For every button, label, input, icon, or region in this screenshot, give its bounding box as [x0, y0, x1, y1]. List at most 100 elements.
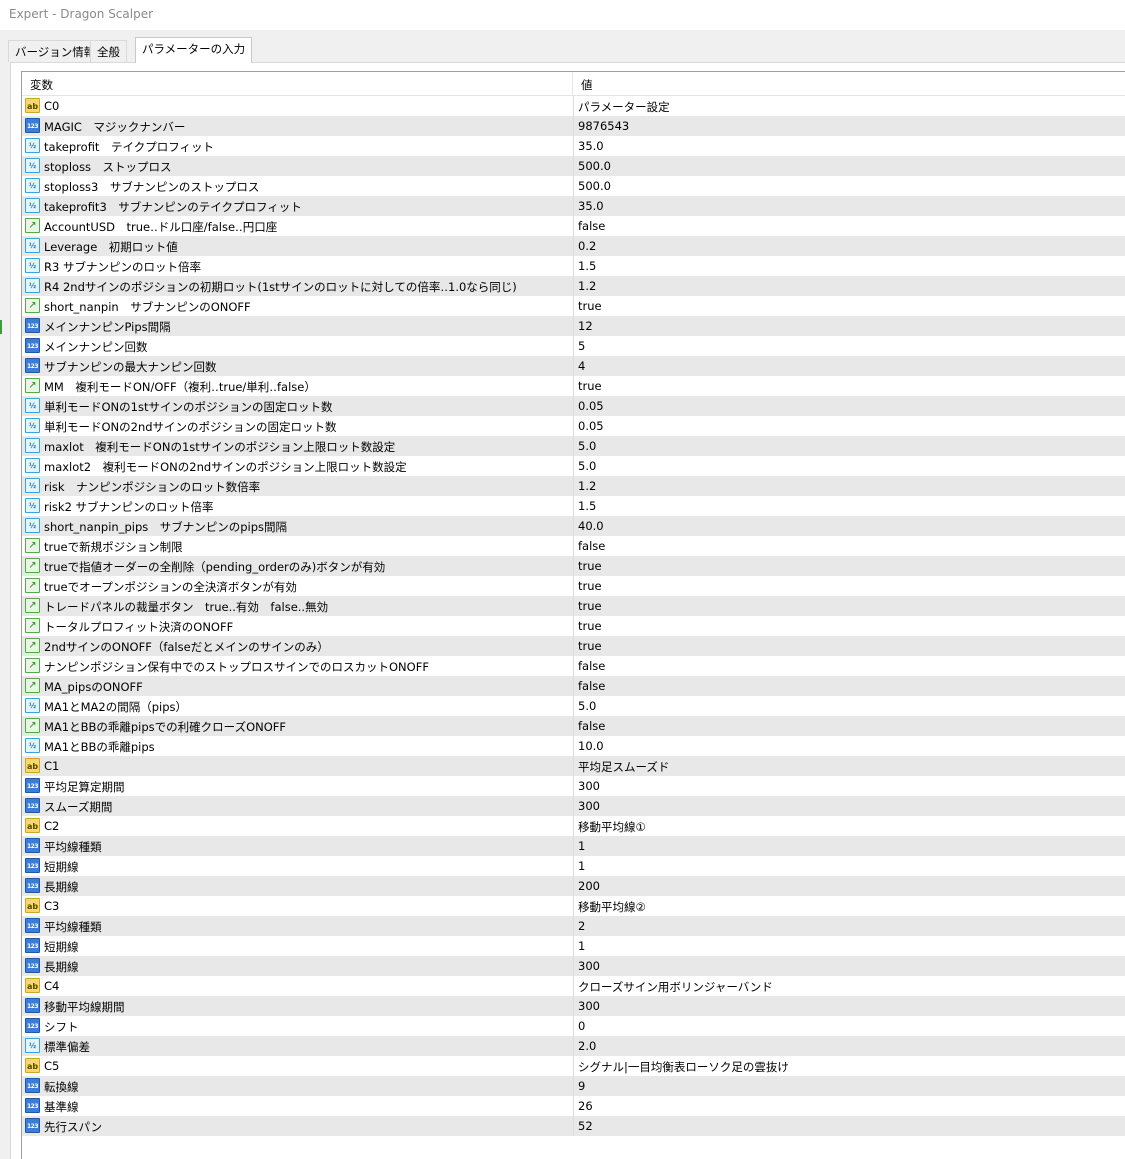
parameter-value[interactable]: 26	[573, 1096, 1125, 1116]
table-row[interactable]: ½ 単利モードONの1stサインのポジションの固定ロット数 0.05	[22, 396, 1125, 416]
table-row[interactable]: ½ maxlot2 複利モードONの2ndサインのポジション上限ロット数設定 5.0	[22, 456, 1125, 476]
table-row[interactable]: ↗ ナンピンポジション保有中でのストップロスサインでのロスカットONOFF fals…	[22, 656, 1125, 676]
parameter-value[interactable]: 5.0	[573, 436, 1125, 456]
table-row[interactable]: 123 長期線 200	[22, 876, 1125, 896]
table-row[interactable]: 123 サブナンピンの最大ナンピン回数 4	[22, 356, 1125, 376]
parameter-value[interactable]: 52	[573, 1116, 1125, 1136]
table-row[interactable]: ↗ MA1とBBの乖離pipsでの利確クローズONOFF false	[22, 716, 1125, 736]
table-row[interactable]: ab C3 移動平均線②	[22, 896, 1125, 916]
table-row[interactable]: ½ MA1とBBの乖離pips 10.0	[22, 736, 1125, 756]
parameter-value[interactable]: false	[573, 716, 1125, 736]
table-row[interactable]: ½ risk ナンピンポジションのロット数倍率 1.2	[22, 476, 1125, 496]
table-row[interactable]: 123 平均線種類 2	[22, 916, 1125, 936]
table-row[interactable]: ↗ short_nanpin サブナンピンのONOFF true	[22, 296, 1125, 316]
column-header-value[interactable]: 値	[581, 77, 593, 93]
parameter-value[interactable]: 平均足スムーズド	[573, 756, 1125, 776]
table-row[interactable]: ↗ MA_pipsのONOFF false	[22, 676, 1125, 696]
table-row[interactable]: 123 短期線 1	[22, 936, 1125, 956]
table-row[interactable]: ½ stoploss ストップロス 500.0	[22, 156, 1125, 176]
table-row[interactable]: ½ 標準偏差 2.0	[22, 1036, 1125, 1056]
parameter-value[interactable]: 1	[573, 836, 1125, 856]
table-row[interactable]: ab C5 シグナル|一目均衡表ローソク足の雲抜け	[22, 1056, 1125, 1076]
tab-parameters[interactable]: パラメーターの入力	[135, 37, 253, 63]
parameter-value[interactable]: true	[573, 376, 1125, 396]
table-row[interactable]: 123 移動平均線期間 300	[22, 996, 1125, 1016]
table-row[interactable]: ½ takeprofit テイクプロフィット 35.0	[22, 136, 1125, 156]
table-row[interactable]: 123 メインナンピン回数 5	[22, 336, 1125, 356]
table-row[interactable]: 123 基準線 26	[22, 1096, 1125, 1116]
table-row[interactable]: 123 平均足算定期間 300	[22, 776, 1125, 796]
table-row[interactable]: ½ stoploss3 サブナンピンのストップロス 500.0	[22, 176, 1125, 196]
table-row[interactable]: ½ takeprofit3 サブナンピンのテイクプロフィット 35.0	[22, 196, 1125, 216]
parameter-value[interactable]: 2.0	[573, 1036, 1125, 1056]
parameter-value[interactable]: 500.0	[573, 156, 1125, 176]
parameter-value[interactable]: 移動平均線①	[573, 816, 1125, 836]
table-row[interactable]: ½ short_nanpin_pips サブナンピンのpips間隔 40.0	[22, 516, 1125, 536]
parameter-value[interactable]: 35.0	[573, 196, 1125, 216]
parameter-value[interactable]: 0.05	[573, 396, 1125, 416]
parameter-value[interactable]: 10.0	[573, 736, 1125, 756]
table-row[interactable]: ½ maxlot 複利モードONの1stサインのポジション上限ロット数設定 5.0	[22, 436, 1125, 456]
parameter-value[interactable]: 40.0	[573, 516, 1125, 536]
parameter-value[interactable]: true	[573, 636, 1125, 656]
parameter-value[interactable]: 1.5	[573, 256, 1125, 276]
table-row[interactable]: ab C2 移動平均線①	[22, 816, 1125, 836]
parameter-value[interactable]: 300	[573, 996, 1125, 1016]
parameter-value[interactable]: 5.0	[573, 456, 1125, 476]
table-row[interactable]: ½ Leverage 初期ロット値 0.2	[22, 236, 1125, 256]
table-row[interactable]: 123 転換線 9	[22, 1076, 1125, 1096]
parameter-value[interactable]: パラメーター設定	[573, 96, 1125, 116]
parameter-value[interactable]: 1	[573, 856, 1125, 876]
table-row[interactable]: 123 メインナンピンPips間隔 12	[22, 316, 1125, 336]
parameter-value[interactable]: 9	[573, 1076, 1125, 1096]
parameter-value[interactable]: 500.0	[573, 176, 1125, 196]
table-row[interactable]: ½ MA1とMA2の間隔（pips） 5.0	[22, 696, 1125, 716]
parameter-value[interactable]: false	[573, 536, 1125, 556]
table-row[interactable]: ½ R4 2ndサインのポジションの初期ロット(1stサインのロットに対しての倍率…	[22, 276, 1125, 296]
parameter-value[interactable]: 300	[573, 956, 1125, 976]
table-row[interactable]: ↗ 2ndサインのONOFF（falseだとメインのサインのみ） true	[22, 636, 1125, 656]
table-row[interactable]: ab C1 平均足スムーズド	[22, 756, 1125, 776]
table-row[interactable]: ↗ MM 複利モードON/OFF（複利‥true/単利‥false） true	[22, 376, 1125, 396]
parameter-value[interactable]: 1.2	[573, 276, 1125, 296]
table-row[interactable]: 123 スムーズ期間 300	[22, 796, 1125, 816]
table-row[interactable]: ½ R3 サブナンピンのロット倍率 1.5	[22, 256, 1125, 276]
parameter-value[interactable]: 1.5	[573, 496, 1125, 516]
parameter-value[interactable]: 300	[573, 776, 1125, 796]
parameter-value[interactable]: 300	[573, 796, 1125, 816]
table-row[interactable]: ½ 単利モードONの2ndサインのポジションの固定ロット数 0.05	[22, 416, 1125, 436]
parameter-value[interactable]: true	[573, 556, 1125, 576]
tab-general[interactable]: 全般	[90, 40, 127, 62]
parameter-value[interactable]: false	[573, 656, 1125, 676]
table-row[interactable]: ab C4 クローズサイン用ボリンジャーバンド	[22, 976, 1125, 996]
parameter-value[interactable]: 200	[573, 876, 1125, 896]
parameter-value[interactable]: true	[573, 616, 1125, 636]
table-row[interactable]: ½ risk2 サブナンピンのロット倍率 1.5	[22, 496, 1125, 516]
parameter-value[interactable]: 1.2	[573, 476, 1125, 496]
parameter-value[interactable]: 2	[573, 916, 1125, 936]
parameters-table[interactable]: 変数 値 ab C0 パラメーター設定 123 MAGIC マジックナンバー 987654…	[21, 71, 1125, 1159]
parameter-value[interactable]: true	[573, 596, 1125, 616]
parameter-value[interactable]: シグナル|一目均衡表ローソク足の雲抜け	[573, 1056, 1125, 1076]
table-row[interactable]: ↗ トレードパネルの裁量ボタン true..有効 false..無効 true	[22, 596, 1125, 616]
parameter-value[interactable]: 0.2	[573, 236, 1125, 256]
tab-version-info[interactable]: バージョン情報	[8, 40, 103, 62]
parameter-value[interactable]: 5.0	[573, 696, 1125, 716]
table-row[interactable]: 123 短期線 1	[22, 856, 1125, 876]
table-row[interactable]: 123 先行スパン 52	[22, 1116, 1125, 1136]
parameter-value[interactable]: true	[573, 296, 1125, 316]
parameter-value[interactable]: 35.0	[573, 136, 1125, 156]
parameter-value[interactable]: 0.05	[573, 416, 1125, 436]
table-row[interactable]: ↗ AccountUSD true‥ドル口座/false‥円口座 false	[22, 216, 1125, 236]
parameter-value[interactable]: 9876543	[573, 116, 1125, 136]
column-divider[interactable]	[572, 72, 573, 96]
parameter-value[interactable]: false	[573, 216, 1125, 236]
table-row[interactable]: 123 シフト 0	[22, 1016, 1125, 1036]
table-row[interactable]: ↗ trueで新規ポジション制限 false	[22, 536, 1125, 556]
table-row[interactable]: ↗ trueで指値オーダーの全削除（pending_orderのみ)ボタンが有効 t…	[22, 556, 1125, 576]
parameter-value[interactable]: 移動平均線②	[573, 896, 1125, 916]
table-row[interactable]: 123 長期線 300	[22, 956, 1125, 976]
parameter-value[interactable]: 12	[573, 316, 1125, 336]
parameter-value[interactable]: false	[573, 676, 1125, 696]
table-row[interactable]: 123 平均線種類 1	[22, 836, 1125, 856]
